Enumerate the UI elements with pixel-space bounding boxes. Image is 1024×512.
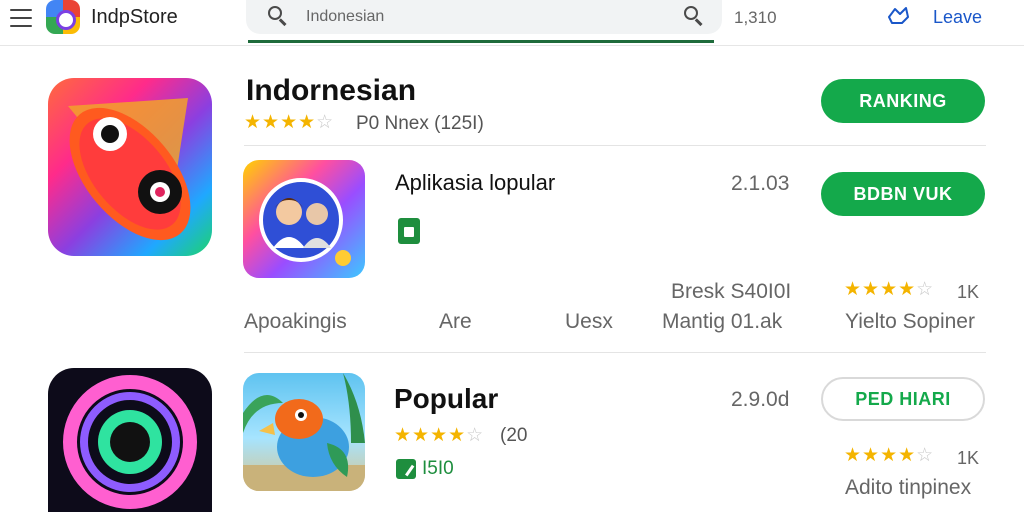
row1-title: Aplikasia lopular xyxy=(395,170,556,195)
avatar-pair-icon xyxy=(259,178,351,266)
search-submit-icon[interactable] xyxy=(684,6,704,26)
search-icon[interactable] xyxy=(268,6,288,26)
row2-green-label: I5I0 xyxy=(422,458,454,479)
brand-name: IndpStore xyxy=(91,6,178,28)
divider xyxy=(244,352,986,353)
row2-title: Popular xyxy=(394,383,499,414)
featured-title: Indornesian xyxy=(246,74,417,107)
row1-right-label: Yielto Sopiner xyxy=(845,310,975,333)
row2-right-stars: ★★★★☆ xyxy=(844,445,935,466)
row1-info-bottom: Mantig 01.ak xyxy=(662,310,783,333)
row1-right-count: 1K xyxy=(957,282,980,302)
row2-rating-stars: ★★★★☆ xyxy=(394,425,485,446)
bird-app-thumbnail[interactable] xyxy=(243,373,365,491)
featured-rating-stars: ★★★★☆ xyxy=(244,112,335,133)
row2-right-count: 1K xyxy=(957,448,980,468)
app-logo-icon[interactable] xyxy=(46,0,80,34)
row1-version: 2.1.03 xyxy=(731,172,790,195)
row1-right-stars: ★★★★☆ xyxy=(844,279,935,300)
bird-icon xyxy=(243,373,365,491)
rocket-icon xyxy=(68,98,191,241)
menu-icon[interactable] xyxy=(10,9,32,27)
row1-label-2: Are xyxy=(439,310,472,333)
row2-right-label: Adito tinpinex xyxy=(845,476,972,499)
top-bar: IndpStore Indonesian 1,310 Leave xyxy=(0,0,1024,46)
camera-app-icon[interactable] xyxy=(48,368,212,512)
row2-version: 2.9.0d xyxy=(731,388,790,411)
row2-rating-count: (20 xyxy=(500,425,528,446)
leave-link[interactable]: Leave xyxy=(933,7,982,28)
download-button[interactable]: BDBN VUK xyxy=(821,172,985,216)
featured-app-icon[interactable] xyxy=(48,78,212,256)
row1-info-top: Bresk S40I0I xyxy=(671,280,792,303)
divider xyxy=(244,145,986,146)
row1-label-3: Uesx xyxy=(565,310,613,333)
ranking-button[interactable]: RANKING xyxy=(821,79,985,123)
row1-label-1: Apoakingis xyxy=(244,310,347,333)
search-input[interactable]: Indonesian xyxy=(306,8,384,26)
featured-meta: P0 Nnex (125I) xyxy=(356,113,484,134)
check-icon xyxy=(396,459,416,479)
camera-lens-icon xyxy=(63,375,197,509)
bell-icon[interactable] xyxy=(886,5,912,27)
app-thumbnail[interactable] xyxy=(243,160,365,278)
per-hari-button[interactable]: PED HIARI xyxy=(821,377,985,421)
search-active-indicator xyxy=(248,40,714,43)
result-count: 1,310 xyxy=(734,8,777,27)
document-icon xyxy=(398,218,420,244)
